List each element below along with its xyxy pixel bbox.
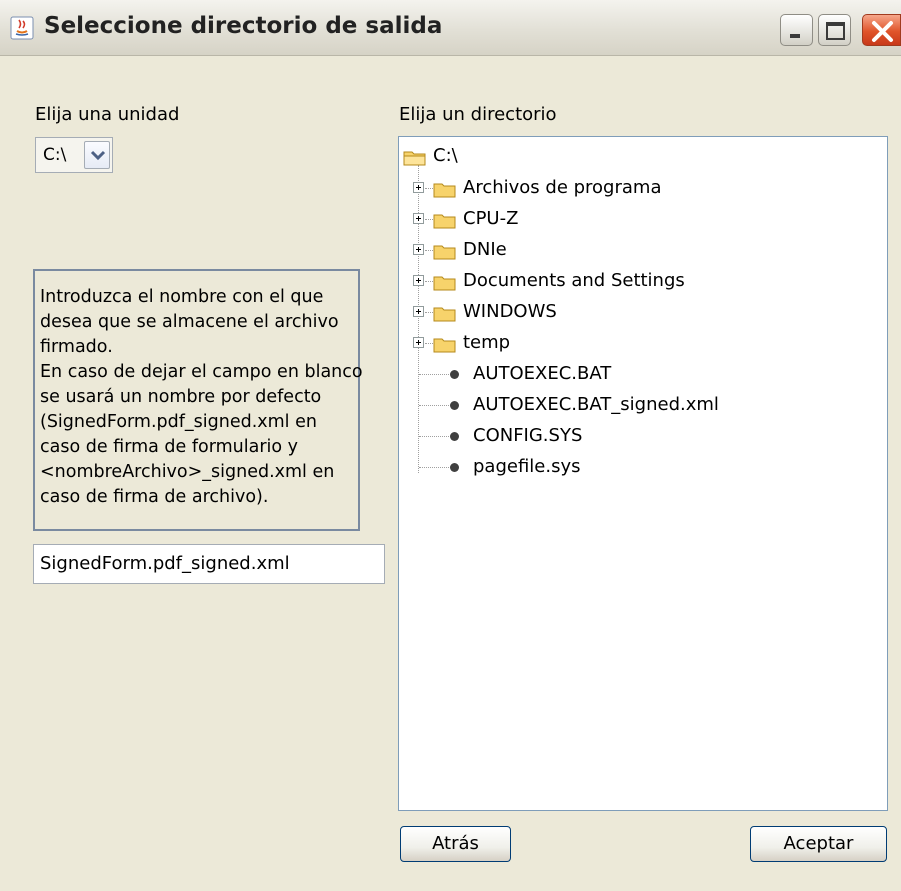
expand-icon[interactable]	[413, 306, 424, 317]
directory-label: Elija un directorio	[399, 104, 557, 125]
expand-icon[interactable]	[413, 275, 424, 286]
drive-label: Elija una unidad	[35, 104, 180, 125]
tree-guide-line	[419, 436, 449, 437]
instructions-line: desea que se almacene el archivo	[40, 312, 339, 332]
title-bar[interactable]: Seleccione directorio de salida	[0, 0, 901, 56]
instructions-line: firmado.	[40, 337, 113, 357]
directory-tree[interactable]: C:\ Archivos de programa CPU-Z DNIe Docu…	[398, 136, 888, 811]
file-icon	[450, 370, 459, 379]
folder-icon	[433, 276, 456, 291]
tree-guide-line	[425, 281, 433, 282]
tree-guide-line	[418, 165, 419, 473]
expand-icon[interactable]	[413, 182, 424, 193]
tree-node-label: Archivos de programa	[463, 177, 662, 198]
tree-guide-line	[419, 374, 449, 375]
chevron-down-icon	[90, 150, 106, 161]
drive-dropdown-button[interactable]	[84, 141, 110, 169]
instructions-line: se usará un nombre por defecto	[40, 387, 322, 407]
java-app-icon	[10, 16, 34, 40]
folder-icon	[433, 214, 456, 229]
tree-node-label: C:\	[433, 145, 458, 166]
folder-icon	[433, 245, 456, 260]
window-title: Seleccione directorio de salida	[44, 13, 443, 39]
tree-guide-line	[419, 467, 449, 468]
minimize-icon	[790, 34, 800, 38]
tree-node-label: CPU-Z	[463, 208, 519, 229]
dialog-window: Seleccione directorio de salida Elija un…	[0, 0, 901, 891]
tree-guide-line	[425, 188, 433, 189]
accept-button[interactable]: Aceptar	[750, 826, 887, 862]
tree-guide-line	[425, 219, 433, 220]
instructions-line: Introduzca el nombre con el que	[40, 287, 324, 307]
tree-node-label: DNIe	[463, 239, 507, 260]
folder-icon	[433, 183, 456, 198]
instructions-line: <nombreArchivo>_signed.xml en	[40, 462, 335, 482]
tree-node-label: AUTOEXEC.BAT_signed.xml	[473, 394, 719, 415]
instructions-line: En caso de dejar el campo en blanco	[40, 362, 363, 382]
instructions-line: caso de firma de formulario y	[40, 437, 299, 457]
tree-guide-line	[425, 312, 433, 313]
tree-node-label: temp	[463, 332, 511, 353]
close-button[interactable]	[862, 14, 901, 46]
close-icon	[872, 21, 893, 42]
maximize-button[interactable]	[818, 14, 851, 46]
expand-icon[interactable]	[413, 337, 424, 348]
back-button[interactable]: Atrás	[400, 826, 511, 862]
instructions-line: (SignedForm.pdf_signed.xml en	[40, 412, 317, 432]
expand-icon[interactable]	[413, 244, 424, 255]
filename-input[interactable]: SignedForm.pdf_signed.xml	[33, 544, 385, 584]
tree-node-label: pagefile.sys	[473, 456, 581, 477]
tree-node-label: AUTOEXEC.BAT	[473, 363, 612, 384]
file-icon	[450, 463, 459, 472]
instructions-text: Introduzca el nombre con el que desea qu…	[33, 269, 363, 531]
folder-icon	[433, 307, 456, 322]
tree-guide-line	[425, 343, 433, 344]
drive-selected-value: C:\	[43, 145, 67, 165]
tree-node-label: WINDOWS	[463, 301, 557, 322]
minimize-button[interactable]	[780, 14, 813, 46]
maximize-icon	[826, 22, 845, 40]
expand-icon[interactable]	[413, 213, 424, 224]
instructions-line: caso de firma de archivo).	[40, 487, 269, 507]
tree-guide-line	[425, 250, 433, 251]
tree-guide-line	[419, 405, 449, 406]
folder-open-icon	[403, 151, 426, 166]
file-icon	[450, 401, 459, 410]
tree-node-label: CONFIG.SYS	[473, 425, 583, 446]
drive-select[interactable]: C:\	[35, 137, 113, 173]
tree-node-label: Documents and Settings	[463, 270, 685, 291]
folder-icon	[433, 338, 456, 353]
file-icon	[450, 432, 459, 441]
